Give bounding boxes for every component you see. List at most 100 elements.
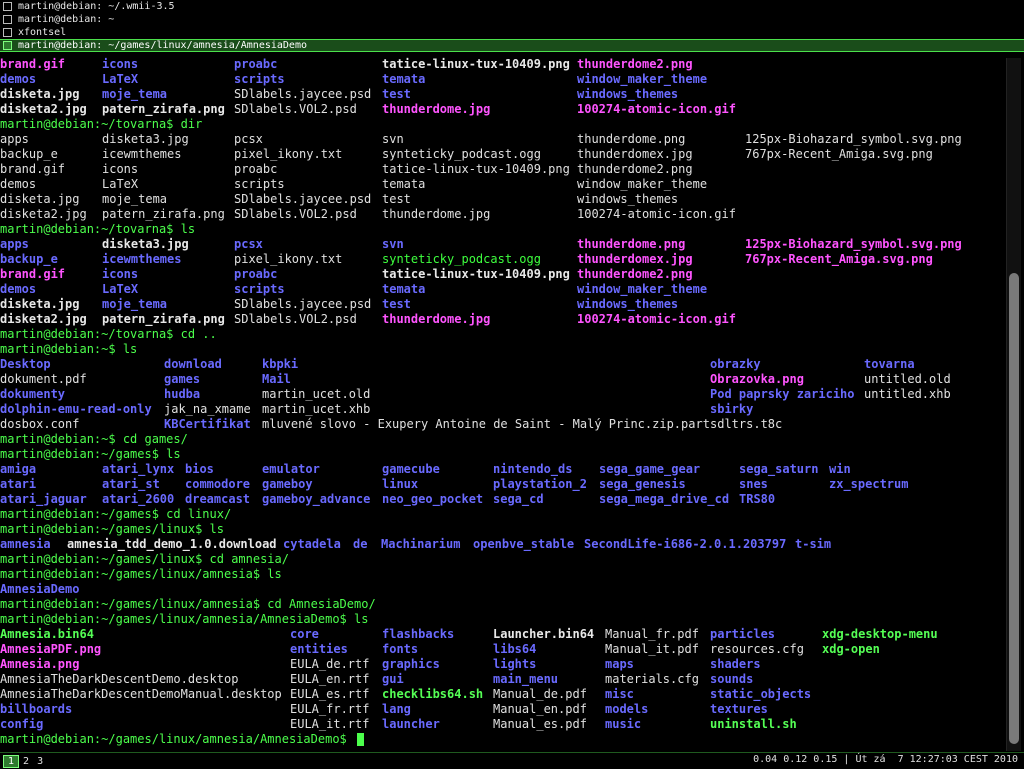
terminal-line: config EULA_it.rtf launcher Manual_es.pdf mu… <box>0 717 1005 732</box>
terminal-output[interactable]: brand.gif icons proabc tatice-linux-tux-104… <box>0 57 1005 751</box>
file-entry: config <box>0 717 44 731</box>
file-entry: tatice-linux-tux-10409.png <box>382 162 570 176</box>
file-entry: svn <box>382 237 404 251</box>
file-entry: pixel_ikony.txt <box>234 147 343 161</box>
terminal-line: atari atari_st commodore gameboy linux playst… <box>0 477 1005 492</box>
file-entry: Obrazovka.png <box>710 372 804 386</box>
file-entry: KBCertifikat <box>164 417 251 431</box>
terminal-line: Amnesia.bin64 core flashbacks Launcher.bin6… <box>0 627 1005 642</box>
file-entry: 767px-Recent_Amiga.svg.png <box>745 252 933 266</box>
file-entry: SDlabels.jaycee.psd <box>234 87 372 101</box>
scrollbar-thumb[interactable] <box>1009 273 1019 744</box>
terminal-line: martin@debian:~/tovarna$ cd .. <box>0 327 1005 342</box>
terminal-line: martin@debian:~/games/linux/amnesia$ ls <box>0 567 1005 582</box>
file-entry: martin_ucet.xhb <box>262 402 371 416</box>
file-entry: backup_e <box>0 252 58 266</box>
file-entry: dokument.pdf <box>0 372 87 386</box>
file-entry: moje_tema <box>102 192 168 206</box>
file-entry: snes <box>739 477 768 491</box>
window-title-bar-active[interactable]: martin@debian: ~/games/linux/amnesia/Amn… <box>0 39 1024 52</box>
file-entry: sega_game_gear <box>599 462 701 476</box>
file-entry: libs64 <box>493 642 537 656</box>
file-entry: entities <box>290 642 348 656</box>
terminal-line: disketa2.jpg patern_zirafa.png SDlabels.VO… <box>0 312 1005 327</box>
file-entry: sounds <box>710 672 754 686</box>
file-entry: window_maker_theme <box>577 282 708 296</box>
file-entry: lights <box>493 657 537 671</box>
file-entry: temata <box>382 282 426 296</box>
file-entry: proabc <box>234 57 278 71</box>
file-entry: thunderdome2.png <box>577 267 693 281</box>
terminal-line: apps disketa3.jpg pcsx svn thunderdome.png 12… <box>0 132 1005 147</box>
window-title-bar[interactable]: martin@debian: ~/.wmii-3.5 <box>0 0 1024 13</box>
file-entry: textures <box>710 702 768 716</box>
window-title-bar[interactable]: martin@debian: ~ <box>0 13 1024 26</box>
file-entry: moje_tema <box>102 297 168 311</box>
file-entry: billboards <box>0 702 73 716</box>
file-entry: maps <box>605 657 634 671</box>
file-entry: misc <box>605 687 634 701</box>
file-entry: thunderdome.jpg <box>382 312 491 326</box>
terminal-command: martin@debian:~$ cd games/ <box>0 432 188 446</box>
file-entry: Amnesia.png <box>0 657 80 671</box>
terminal-line: martin@debian:~/games/linux$ cd amnesia/ <box>0 552 1005 567</box>
file-entry: Machinarium <box>381 537 461 551</box>
terminal-command: martin@debian:~/games/linux/amnesia/Amne… <box>0 612 369 626</box>
file-entry: synteticky_podcast.ogg <box>382 252 541 266</box>
terminal-line: martin@debian:~/games$ cd linux/ <box>0 507 1005 522</box>
file-entry: sega_mega_drive_cd <box>599 492 730 506</box>
terminal-prompt-line[interactable]: martin@debian:~/games/linux/amnesia/Amne… <box>0 732 1005 747</box>
terminal-line: dokument.pdf games Mail Obrazovka.png untitl… <box>0 372 1005 387</box>
file-entry: demos <box>0 72 37 86</box>
file-entry: brand.gif <box>0 267 66 281</box>
terminal-line: disketa.jpg moje_tema SDlabels.jaycee.psd t… <box>0 87 1005 102</box>
terminal-command: martin@debian:~/games/linux$ ls <box>0 522 224 536</box>
file-entry: linux <box>382 477 419 491</box>
scrollbar[interactable] <box>1006 58 1021 751</box>
file-entry: SDlabels.VOL2.psd <box>234 102 357 116</box>
file-entry: xdg-open <box>822 642 880 656</box>
terminal-command: martin@debian:~/tovarna$ ls <box>0 222 196 236</box>
terminal-line: Amnesia.png EULA_de.rtf graphics lights maps… <box>0 657 1005 672</box>
file-entry: moje_tema <box>102 87 168 101</box>
file-entry: checklibs64.sh <box>382 687 484 701</box>
file-entry: SDlabels.VOL2.psd <box>234 312 357 326</box>
file-entry: EULA_fr.rtf <box>290 702 370 716</box>
file-entry: atari_lynx <box>102 462 175 476</box>
file-entry: patern_zirafa.png <box>102 102 225 116</box>
terminal-line: dolphin-emu-read-only jak_na_xmame martin_… <box>0 402 1005 417</box>
file-entry: disketa2.jpg <box>0 102 87 116</box>
file-entry: Manual_es.pdf <box>493 717 587 731</box>
file-entry: windows_themes <box>577 87 679 101</box>
file-entry: test <box>382 192 411 206</box>
file-entry: 100274-atomic-icon.gif <box>577 312 736 326</box>
status-bar: 1 2 3 0.04 0.12 0.15 | Út zá 7 12:27:03 … <box>0 752 1024 769</box>
tag-button-1[interactable]: 1 <box>3 754 20 768</box>
file-entry: tatice-linux-tux-10409.png <box>382 267 570 281</box>
file-entry: particles <box>710 627 776 641</box>
file-entry: zx_spectrum <box>829 477 909 491</box>
file-entry: gameboy_advance <box>262 492 371 506</box>
file-entry: 125px-Biohazard_symbol.svg.png <box>745 132 962 146</box>
terminal-line: disketa.jpg moje_tema SDlabels.jaycee.psd t… <box>0 192 1005 207</box>
file-entry: proabc <box>234 162 278 176</box>
file-entry: de <box>353 537 368 551</box>
file-entry: icons <box>102 57 139 71</box>
terminal-line: martin@debian:~$ cd games/ <box>0 432 1005 447</box>
file-entry: amnesia_tdd_demo_1.0.download <box>67 537 277 551</box>
file-entry: LaTeX <box>102 282 139 296</box>
file-entry: disketa.jpg <box>0 297 80 311</box>
terminal-line: martin@debian:~$ ls <box>0 342 1005 357</box>
file-entry: martin_ucet.old <box>262 387 371 401</box>
terminal-line: martin@debian:~/games$ ls <box>0 447 1005 462</box>
window-title-bar[interactable]: xfontsel <box>0 26 1024 39</box>
file-entry: EULA_en.rtf <box>290 672 370 686</box>
terminal-line: martin@debian:~/tovarna$ dir <box>0 117 1005 132</box>
tag-button-3[interactable]: 3 <box>33 756 47 767</box>
file-entry: brand.gif <box>0 57 66 71</box>
tag-button-2[interactable]: 2 <box>19 756 33 767</box>
file-entry: pcsx <box>234 132 263 146</box>
file-entry: t-sim <box>795 537 832 551</box>
file-entry: test <box>382 87 411 101</box>
file-entry: static_objects <box>710 687 812 701</box>
